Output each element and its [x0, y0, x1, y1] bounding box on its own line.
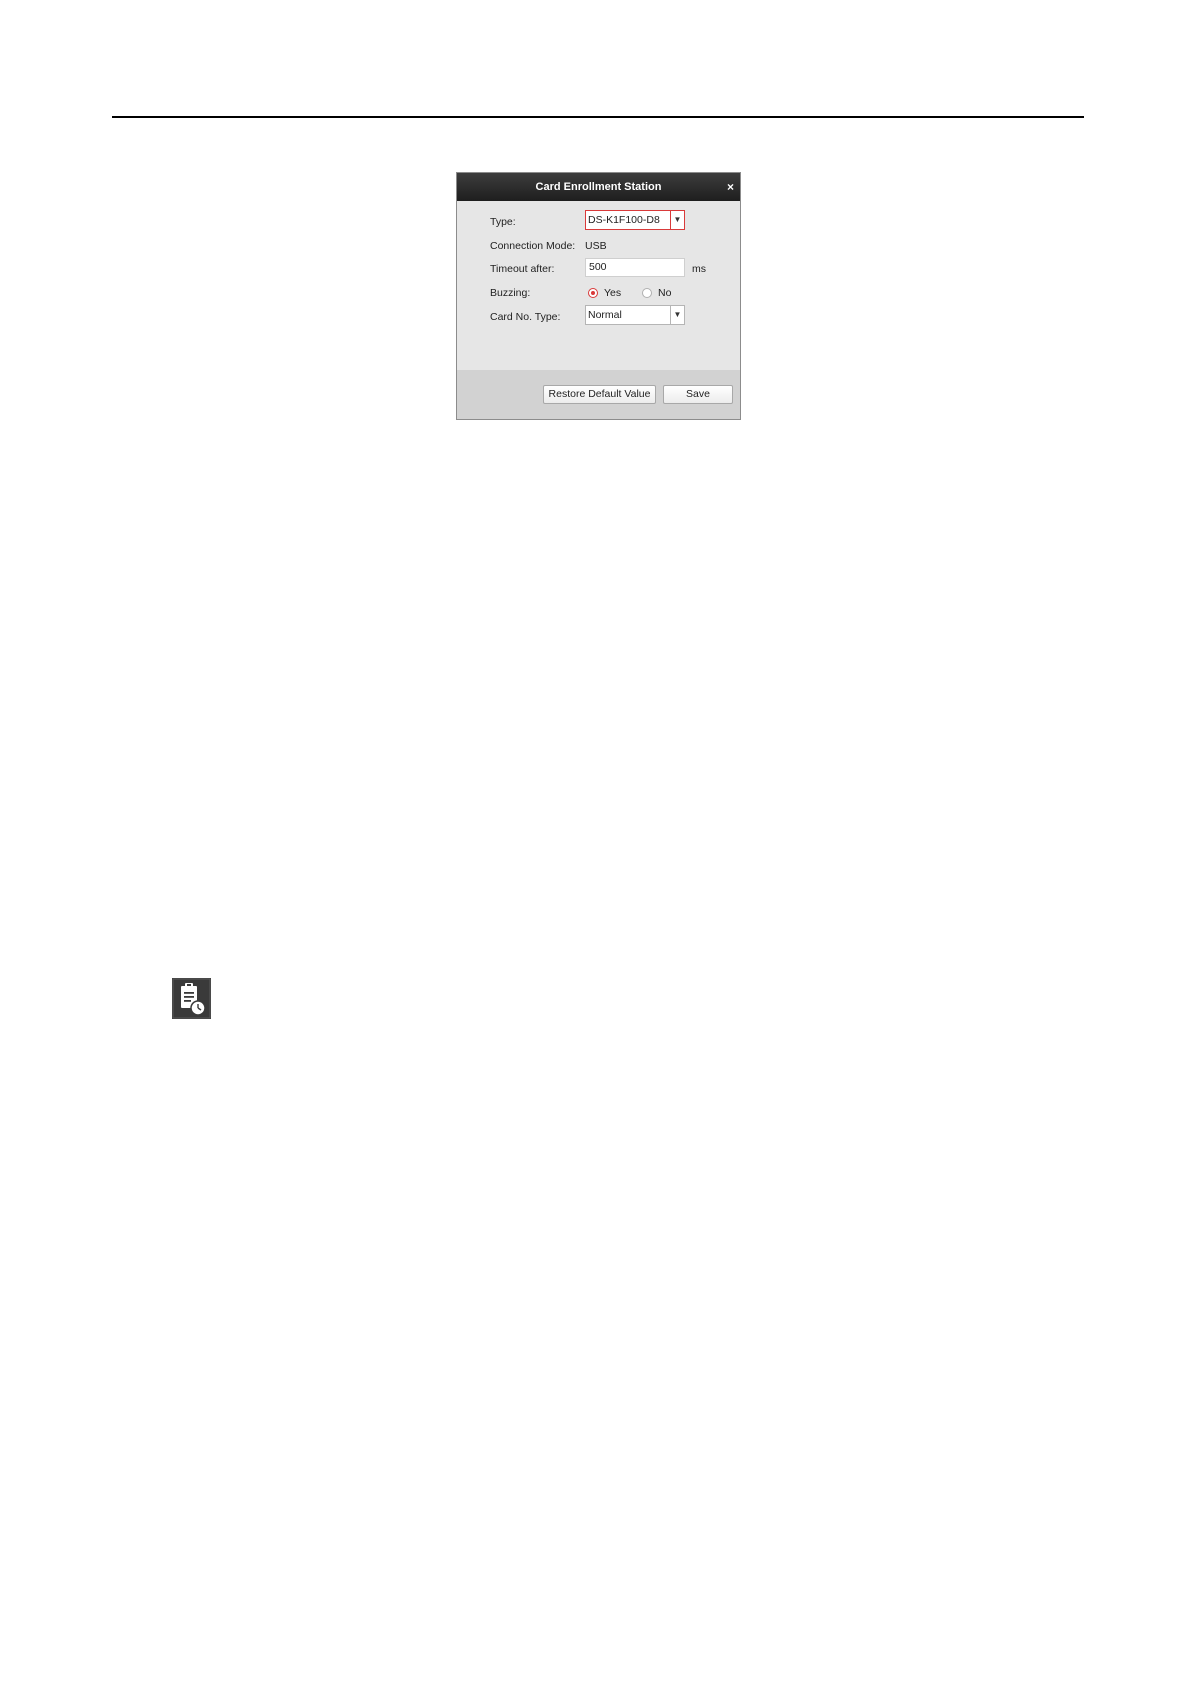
- close-icon[interactable]: ×: [727, 173, 734, 201]
- card-enrollment-station-dialog: Card Enrollment Station × Type: DS-K1F10…: [456, 172, 741, 420]
- card-no-type-label: Card No. Type:: [490, 311, 561, 323]
- chevron-down-icon[interactable]: ▼: [670, 306, 684, 324]
- card-no-type-select-value: Normal: [588, 309, 622, 321]
- timeout-unit: ms: [692, 263, 706, 275]
- dialog-body: Type: DS-K1F100-D8 ▼ Connection Mode: US…: [457, 201, 740, 370]
- buzzing-no-label[interactable]: No: [658, 287, 671, 299]
- buzzing-label: Buzzing:: [490, 287, 531, 299]
- type-select-value: DS-K1F100-D8: [588, 214, 660, 226]
- dialog-footer: Restore Default Value Save: [457, 370, 740, 419]
- chevron-down-icon[interactable]: ▼: [670, 211, 684, 229]
- buzzing-yes-radio[interactable]: [588, 288, 598, 298]
- header-rule: [112, 116, 1084, 118]
- buzzing-no-radio[interactable]: [642, 288, 652, 298]
- type-label: Type:: [490, 216, 516, 228]
- connection-mode-value: USB: [585, 240, 607, 252]
- type-select[interactable]: DS-K1F100-D8 ▼: [585, 210, 685, 230]
- dialog-title: Card Enrollment Station: [535, 181, 662, 193]
- save-button[interactable]: Save: [663, 385, 733, 404]
- card-no-type-select[interactable]: Normal ▼: [585, 305, 685, 325]
- timeout-label: Timeout after:: [490, 263, 555, 275]
- note-clipboard-clock-icon: [172, 978, 211, 1019]
- buzzing-yes-label[interactable]: Yes: [604, 287, 621, 299]
- restore-default-button[interactable]: Restore Default Value: [543, 385, 656, 404]
- timeout-input[interactable]: 500: [585, 258, 685, 277]
- connection-mode-label: Connection Mode:: [490, 240, 576, 252]
- dialog-titlebar[interactable]: Card Enrollment Station ×: [457, 173, 740, 201]
